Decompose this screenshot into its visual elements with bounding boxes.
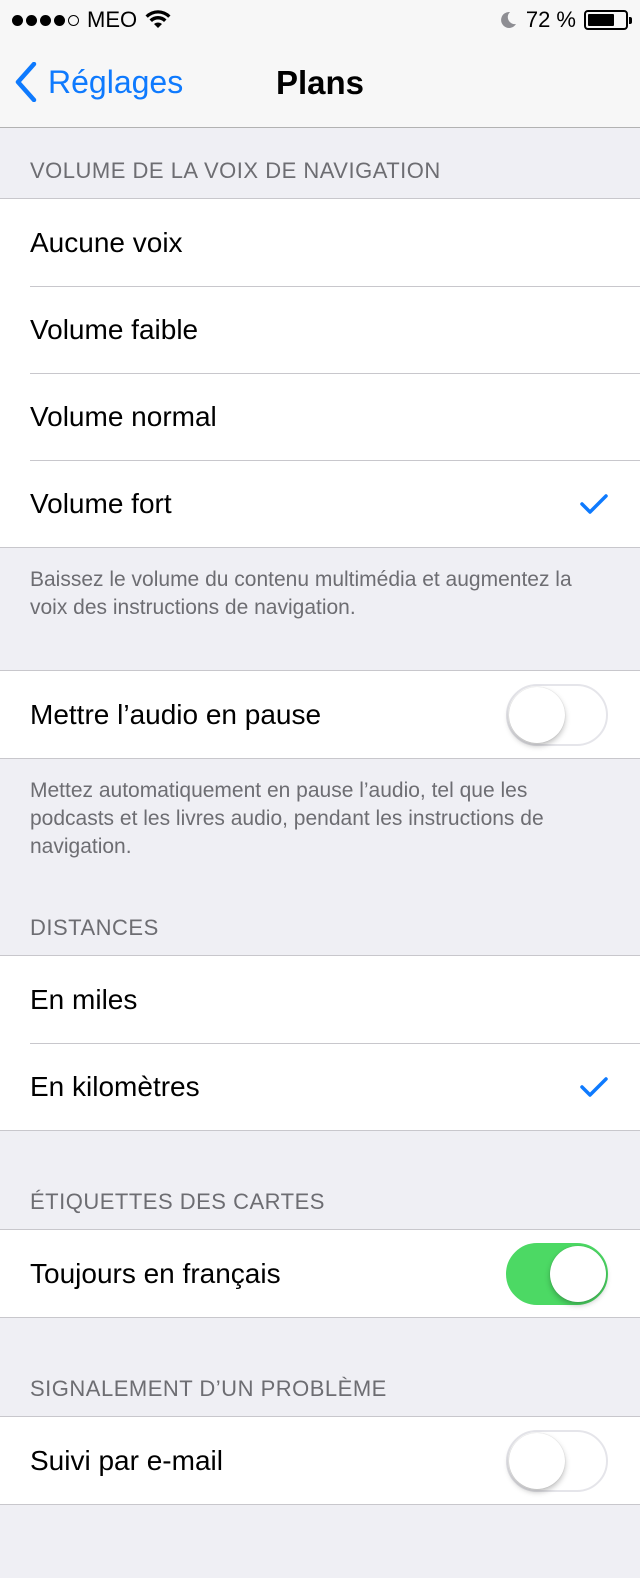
email-followup-row[interactable]: Suivi par e-mail bbox=[0, 1417, 640, 1504]
voice-option-label: Volume fort bbox=[30, 487, 172, 519]
pause-audio-label: Mettre l’audio en pause bbox=[30, 698, 322, 730]
distances-group: En miles En kilomètres bbox=[0, 955, 640, 1131]
status-bar: MEO 72 % bbox=[0, 0, 640, 40]
section-header-distances: DISTANCES bbox=[30, 915, 159, 940]
voice-option[interactable]: Volume faible bbox=[0, 286, 640, 373]
battery-percentage: 72 % bbox=[525, 7, 576, 32]
distance-option[interactable]: En kilomètres bbox=[0, 1043, 640, 1130]
distance-option-label: En kilomètres bbox=[30, 1070, 200, 1102]
section-header-voice: VOLUME DE LA VOIX DE NAVIGATION bbox=[30, 158, 441, 183]
map-labels-group: Toujours en français bbox=[0, 1229, 640, 1318]
navigation-bar: Réglages Plans bbox=[0, 40, 640, 128]
voice-volume-group: Aucune voix Volume faible Volume normal Vol… bbox=[0, 198, 640, 548]
status-left: MEO bbox=[12, 7, 171, 33]
voice-option[interactable]: Volume normal bbox=[0, 373, 640, 460]
email-followup-toggle[interactable] bbox=[506, 1429, 608, 1492]
voice-option[interactable]: Volume fort bbox=[0, 460, 640, 547]
section-header-map-labels: ÉTIQUETTES DES CARTES bbox=[30, 1189, 325, 1214]
email-followup-label: Suivi par e-mail bbox=[30, 1444, 223, 1476]
pause-audio-toggle[interactable] bbox=[506, 683, 608, 746]
pause-footer-text: Mettez automatiquement en pause l’audio,… bbox=[30, 779, 544, 858]
page-title: Plans bbox=[275, 64, 365, 101]
always-french-toggle[interactable] bbox=[506, 1242, 608, 1305]
always-french-label: Toujours en français bbox=[30, 1257, 281, 1289]
voice-option-label: Volume faible bbox=[30, 313, 199, 345]
toggle-knob bbox=[509, 1432, 565, 1489]
distance-option-label: En miles bbox=[30, 983, 138, 1015]
pause-audio-group: Mettre l’audio en pause bbox=[0, 670, 640, 759]
voice-option-label: Volume normal bbox=[30, 400, 217, 432]
signal-strength-icon bbox=[12, 14, 79, 26]
battery-icon bbox=[584, 10, 632, 30]
carrier-name: MEO bbox=[87, 7, 138, 32]
voice-option-label: Aucune voix bbox=[30, 226, 183, 258]
toggle-knob bbox=[550, 1245, 606, 1302]
pause-audio-row[interactable]: Mettre l’audio en pause bbox=[0, 671, 640, 758]
wifi-icon bbox=[145, 10, 171, 28]
report-group: Suivi par e-mail bbox=[0, 1416, 640, 1505]
always-french-row[interactable]: Toujours en français bbox=[0, 1230, 640, 1317]
moon-icon bbox=[500, 11, 516, 28]
checkmark-icon bbox=[580, 493, 608, 514]
distance-option[interactable]: En miles bbox=[0, 956, 640, 1043]
section-header-report: SIGNALEMENT D’UN PROBLÈME bbox=[30, 1376, 387, 1401]
status-right: 72 % bbox=[498, 7, 632, 33]
toggle-knob bbox=[509, 686, 565, 743]
voice-footer-text: Baissez le volume du contenu multimédia … bbox=[30, 568, 572, 619]
checkmark-icon bbox=[580, 1076, 608, 1097]
voice-option[interactable]: Aucune voix bbox=[0, 199, 640, 286]
